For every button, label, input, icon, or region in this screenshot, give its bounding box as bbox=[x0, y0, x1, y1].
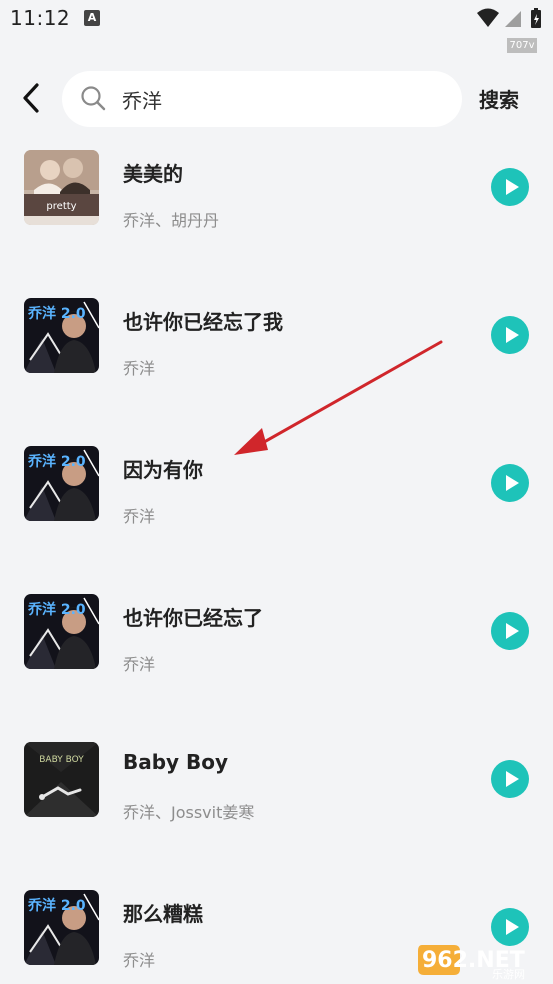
cover-text: pretty bbox=[46, 201, 76, 212]
wifi-icon bbox=[477, 8, 499, 27]
list-item[interactable]: 乔洋 2.0 也许你已经忘了我 乔洋 bbox=[0, 276, 553, 424]
list-item[interactable]: BABY BOY Baby Boy 乔洋、Jossvit姜寒 bbox=[0, 720, 553, 868]
signal-icon bbox=[505, 11, 521, 27]
play-button[interactable] bbox=[491, 760, 529, 798]
album-cover: 乔洋 2.0 bbox=[24, 594, 99, 669]
notification-icon: A bbox=[84, 10, 100, 26]
chevron-left-icon bbox=[23, 83, 39, 113]
search-box[interactable] bbox=[62, 71, 462, 127]
list-item[interactable]: pretty 美美的 乔洋、胡丹丹 bbox=[0, 138, 553, 276]
search-button[interactable]: 搜索 bbox=[479, 84, 519, 113]
album-cover: 乔洋 2.0 bbox=[24, 298, 99, 373]
list-item[interactable]: 乔洋 2.0 也许你已经忘了 乔洋 bbox=[0, 572, 553, 720]
status-bar: 11:12 A 707v bbox=[0, 0, 553, 53]
battery-icon bbox=[531, 8, 541, 28]
album-cover: pretty bbox=[24, 150, 99, 225]
play-button[interactable] bbox=[491, 612, 529, 650]
song-title: 那么糟糕 bbox=[123, 902, 203, 926]
cover-text: 乔洋 2.0 bbox=[27, 305, 86, 322]
album-cover: BABY BOY bbox=[24, 742, 99, 817]
song-title: 也许你已经忘了我 bbox=[123, 310, 283, 334]
search-input[interactable] bbox=[122, 83, 442, 115]
search-icon bbox=[81, 86, 106, 111]
play-button[interactable] bbox=[491, 316, 529, 354]
album-cover: 乔洋 2.0 bbox=[24, 890, 99, 965]
play-button[interactable] bbox=[491, 464, 529, 502]
song-artist: 乔洋 bbox=[123, 507, 156, 526]
back-button[interactable] bbox=[18, 82, 46, 114]
status-icons bbox=[475, 7, 545, 35]
song-title: 因为有你 bbox=[123, 458, 203, 482]
cover-text: 乔洋 2.0 bbox=[27, 601, 86, 618]
watermark-sub: 乐游网 bbox=[492, 968, 525, 981]
status-badge: 707v bbox=[507, 38, 537, 53]
list-item[interactable]: 乔洋 2.0 因为有你 乔洋 bbox=[0, 424, 553, 572]
song-title: Baby Boy bbox=[123, 750, 229, 774]
cover-text: 乔洋 2.0 bbox=[27, 453, 86, 470]
song-artist: 乔洋 bbox=[123, 655, 156, 674]
song-title: 也许你已经忘了 bbox=[123, 606, 263, 630]
watermark-logo: 962.NET 乐游网 bbox=[414, 935, 550, 981]
status-time: 11:12 bbox=[10, 6, 71, 30]
song-artist: 乔洋、Jossvit姜寒 bbox=[123, 803, 255, 822]
song-title: 美美的 bbox=[123, 162, 183, 186]
song-artist: 乔洋、胡丹丹 bbox=[123, 211, 220, 230]
album-cover: 乔洋 2.0 bbox=[24, 446, 99, 521]
cover-text: 乔洋 2.0 bbox=[27, 897, 86, 914]
play-button[interactable] bbox=[491, 168, 529, 206]
song-artist: 乔洋 bbox=[123, 951, 156, 970]
song-list: pretty 美美的 乔洋、胡丹丹 乔洋 2.0 也许你已经忘了我 乔洋 乔洋 … bbox=[0, 138, 553, 984]
cover-text: BABY BOY bbox=[39, 755, 84, 765]
song-artist: 乔洋 bbox=[123, 359, 156, 378]
